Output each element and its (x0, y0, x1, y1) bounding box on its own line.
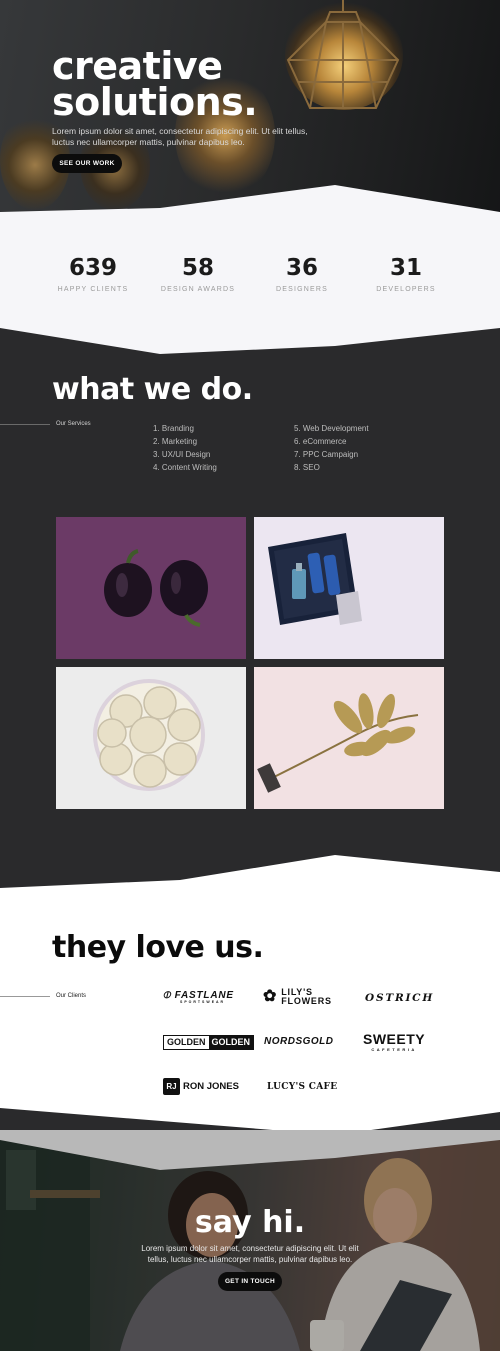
flower-icon: ✿ (263, 988, 278, 1005)
contact-top-edge (0, 1130, 500, 1351)
logo-lilys-flowers: ✿ LILY'S FLOWERS (263, 988, 331, 1006)
service-item: 3. UX/UI Design (153, 450, 211, 459)
logo-golden: GOLDEN GOLDEN (163, 1035, 255, 1050)
hero-subtitle: Lorem ipsum dolor sit amet, consectetur … (52, 126, 308, 147)
clients-title: they love us. (52, 930, 264, 965)
service-item: 8. SEO (294, 463, 320, 472)
stat-label: DESIGNERS (275, 286, 329, 293)
stat-label: DEVELOPERS (376, 286, 436, 293)
lamp-cage-image (286, 0, 400, 109)
logo-text: GOLDEN (167, 1037, 206, 1047)
section-divider (0, 996, 50, 997)
service-item: 1. Branding (153, 424, 194, 433)
logo-lucys-cafe: LUCY'S CAFE (267, 1082, 338, 1092)
logo-text: GOLDEN (208, 1036, 254, 1049)
stat-developers: 31 DEVELOPERS (346, 255, 466, 293)
stat-happy-clients: 639 HAPPY CLIENTS (33, 255, 153, 293)
gold-leaves-image (257, 693, 419, 793)
stat-label: DESIGN AWARDS (160, 286, 236, 293)
contact-section (0, 1130, 500, 1351)
service-item: 2. Marketing (153, 437, 198, 446)
stat-value: 31 (389, 255, 422, 281)
hero-title-line2: solutions. (52, 80, 258, 124)
logo-text: SWEETY (363, 1031, 426, 1047)
contact-title: say hi. (194, 1205, 306, 1240)
services-list-right: 5. Web Development 6. eCommerce 7. PPC C… (294, 422, 369, 474)
stat-value: 36 (285, 255, 318, 281)
service-item: 6. eCommerce (294, 437, 347, 446)
portfolio-tile-garlic[interactable] (56, 667, 246, 809)
stat-value: 639 (68, 255, 117, 281)
service-item: 5. Web Development (294, 424, 369, 433)
logo-text: FLOWERS (281, 996, 332, 1006)
logo-fastlane: ⦶ FASTLANE SPORTSWEAR (163, 990, 234, 1004)
stat-design-awards: 58 DESIGN AWARDS (138, 255, 258, 293)
get-in-touch-button[interactable]: GET IN TOUCH (218, 1272, 282, 1291)
logo-nordsgold: NORDSGOLD (264, 1036, 334, 1047)
service-item: 7. PPC Campaign (294, 450, 359, 459)
contact-subtitle: Lorem ipsum dolor sit amet, consectetur … (141, 1244, 359, 1264)
stat-label: HAPPY CLIENTS (57, 286, 129, 293)
rj-mark-icon: RJ (163, 1078, 180, 1095)
clients-label: Our Clients (56, 993, 87, 999)
services-label: Our Services (56, 421, 91, 427)
services-title: what we do. (52, 372, 253, 407)
logo-subtext: CAFETERIA (371, 1047, 417, 1052)
logo-ron-jones: RJ RON JONES (163, 1078, 239, 1095)
logo-ostrich: OSTRICH (365, 992, 435, 1004)
section-divider (0, 424, 50, 425)
service-item: 4. Content Writing (153, 463, 217, 472)
portfolio-tile-gold-leaves[interactable] (254, 667, 444, 809)
portfolio-tile-peppers[interactable] (56, 517, 246, 659)
versace-box-image (268, 533, 362, 625)
logo-text: RON JONES (183, 1081, 239, 1092)
portfolio-tile-versace[interactable] (254, 517, 444, 659)
garlic-image (93, 679, 205, 791)
stat-designers: 36 DESIGNERS (242, 255, 362, 293)
hero-title: creative solutions. (52, 47, 258, 121)
see-our-work-button[interactable]: SEE OUR WORK (52, 154, 122, 173)
logo-sweety: SWEETY CAFETERIA (363, 1031, 426, 1053)
peppers-image (104, 549, 208, 627)
fastlane-mark-icon: ⦶ (163, 990, 172, 1001)
services-list-left: 1. Branding 2. Marketing 3. UX/UI Design… (153, 422, 217, 474)
stat-value: 58 (181, 255, 214, 281)
